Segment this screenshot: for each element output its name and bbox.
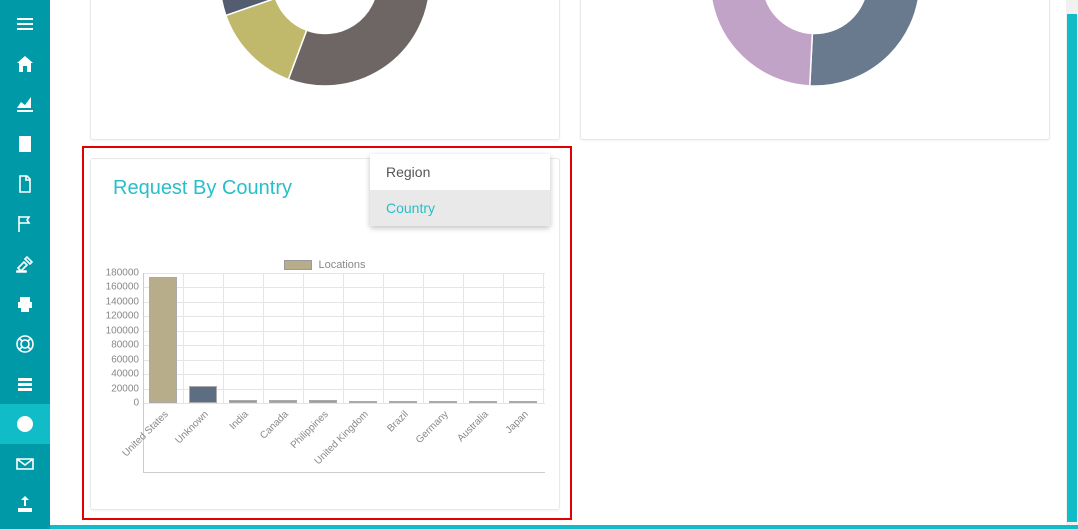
- bottom-accent-bar: [50, 525, 1078, 529]
- menu-icon: [15, 14, 35, 34]
- print-icon: [15, 294, 35, 314]
- donut-chart-right: [665, 0, 965, 131]
- sidebar-item-print[interactable]: [0, 284, 50, 324]
- envelope-icon: [15, 454, 35, 474]
- scrollbar-thumb[interactable]: [1067, 14, 1077, 522]
- legend-label: Locations: [318, 259, 365, 271]
- x-axis-labels: United StatesUnknownIndiaCanadaPhilippin…: [143, 403, 545, 463]
- list-icon: [15, 374, 35, 394]
- y-tick-label: 40000: [111, 369, 139, 380]
- legend-swatch: [284, 260, 312, 270]
- sidebar-item-building[interactable]: [0, 124, 50, 164]
- sidebar-item-gavel[interactable]: [0, 244, 50, 284]
- flag-icon: [15, 214, 35, 234]
- sidebar-item-target[interactable]: [0, 404, 50, 444]
- y-tick-label: 180000: [106, 268, 139, 279]
- donut-card-right: [580, 0, 1050, 140]
- x-tick-label: Canada: [258, 409, 291, 442]
- x-tick-label: Germany: [414, 409, 451, 446]
- y-tick-label: 0: [133, 398, 139, 409]
- y-tick-label: 100000: [106, 325, 139, 336]
- bar-chart: Locations 020000400006000080000100000120…: [99, 259, 551, 493]
- area-chart-icon: [15, 94, 35, 114]
- sidebar-item-area-chart[interactable]: [0, 84, 50, 124]
- view-dropdown[interactable]: RegionCountry: [370, 154, 550, 226]
- sidebar-item-envelope[interactable]: [0, 444, 50, 484]
- sidebar-item-list[interactable]: [0, 364, 50, 404]
- dropdown-item-region[interactable]: Region: [370, 154, 550, 190]
- x-tick-label: Brazil: [385, 409, 410, 434]
- y-tick-label: 140000: [106, 296, 139, 307]
- y-tick-label: 160000: [106, 282, 139, 293]
- y-tick-label: 20000: [111, 383, 139, 394]
- home-icon: [15, 54, 35, 74]
- vertical-scrollbar[interactable]: [1066, 0, 1078, 525]
- sidebar-item-file[interactable]: [0, 164, 50, 204]
- upload-icon: [15, 494, 35, 514]
- sidebar-item-home[interactable]: [0, 44, 50, 84]
- x-tick-label: Unknown: [174, 409, 211, 446]
- gavel-icon: [15, 254, 35, 274]
- donut-card-left: [90, 0, 560, 140]
- life-ring-icon: [15, 334, 35, 354]
- x-tick-label: Australia: [455, 409, 490, 444]
- sidebar-item-life-ring[interactable]: [0, 324, 50, 364]
- target-icon: [15, 414, 35, 434]
- file-icon: [15, 174, 35, 194]
- sidebar-item-menu[interactable]: [0, 4, 50, 44]
- building-icon: [15, 134, 35, 154]
- dropdown-item-country[interactable]: Country: [370, 190, 550, 226]
- y-tick-label: 60000: [111, 354, 139, 365]
- main-area: Request By Country Locations 02000040000…: [50, 0, 1066, 525]
- sidebar: [0, 0, 50, 529]
- x-tick-label: Philippines: [289, 409, 331, 451]
- sidebar-item-upload[interactable]: [0, 484, 50, 524]
- x-tick-label: Japan: [504, 409, 531, 436]
- x-tick-label: India: [228, 409, 251, 432]
- sidebar-item-flag[interactable]: [0, 204, 50, 244]
- plot-area: 0200004000060000800001000001200001400001…: [143, 273, 545, 473]
- y-tick-label: 80000: [111, 340, 139, 351]
- chart-legend: Locations: [99, 259, 551, 271]
- y-tick-label: 120000: [106, 311, 139, 322]
- donut-chart-left: [175, 0, 475, 131]
